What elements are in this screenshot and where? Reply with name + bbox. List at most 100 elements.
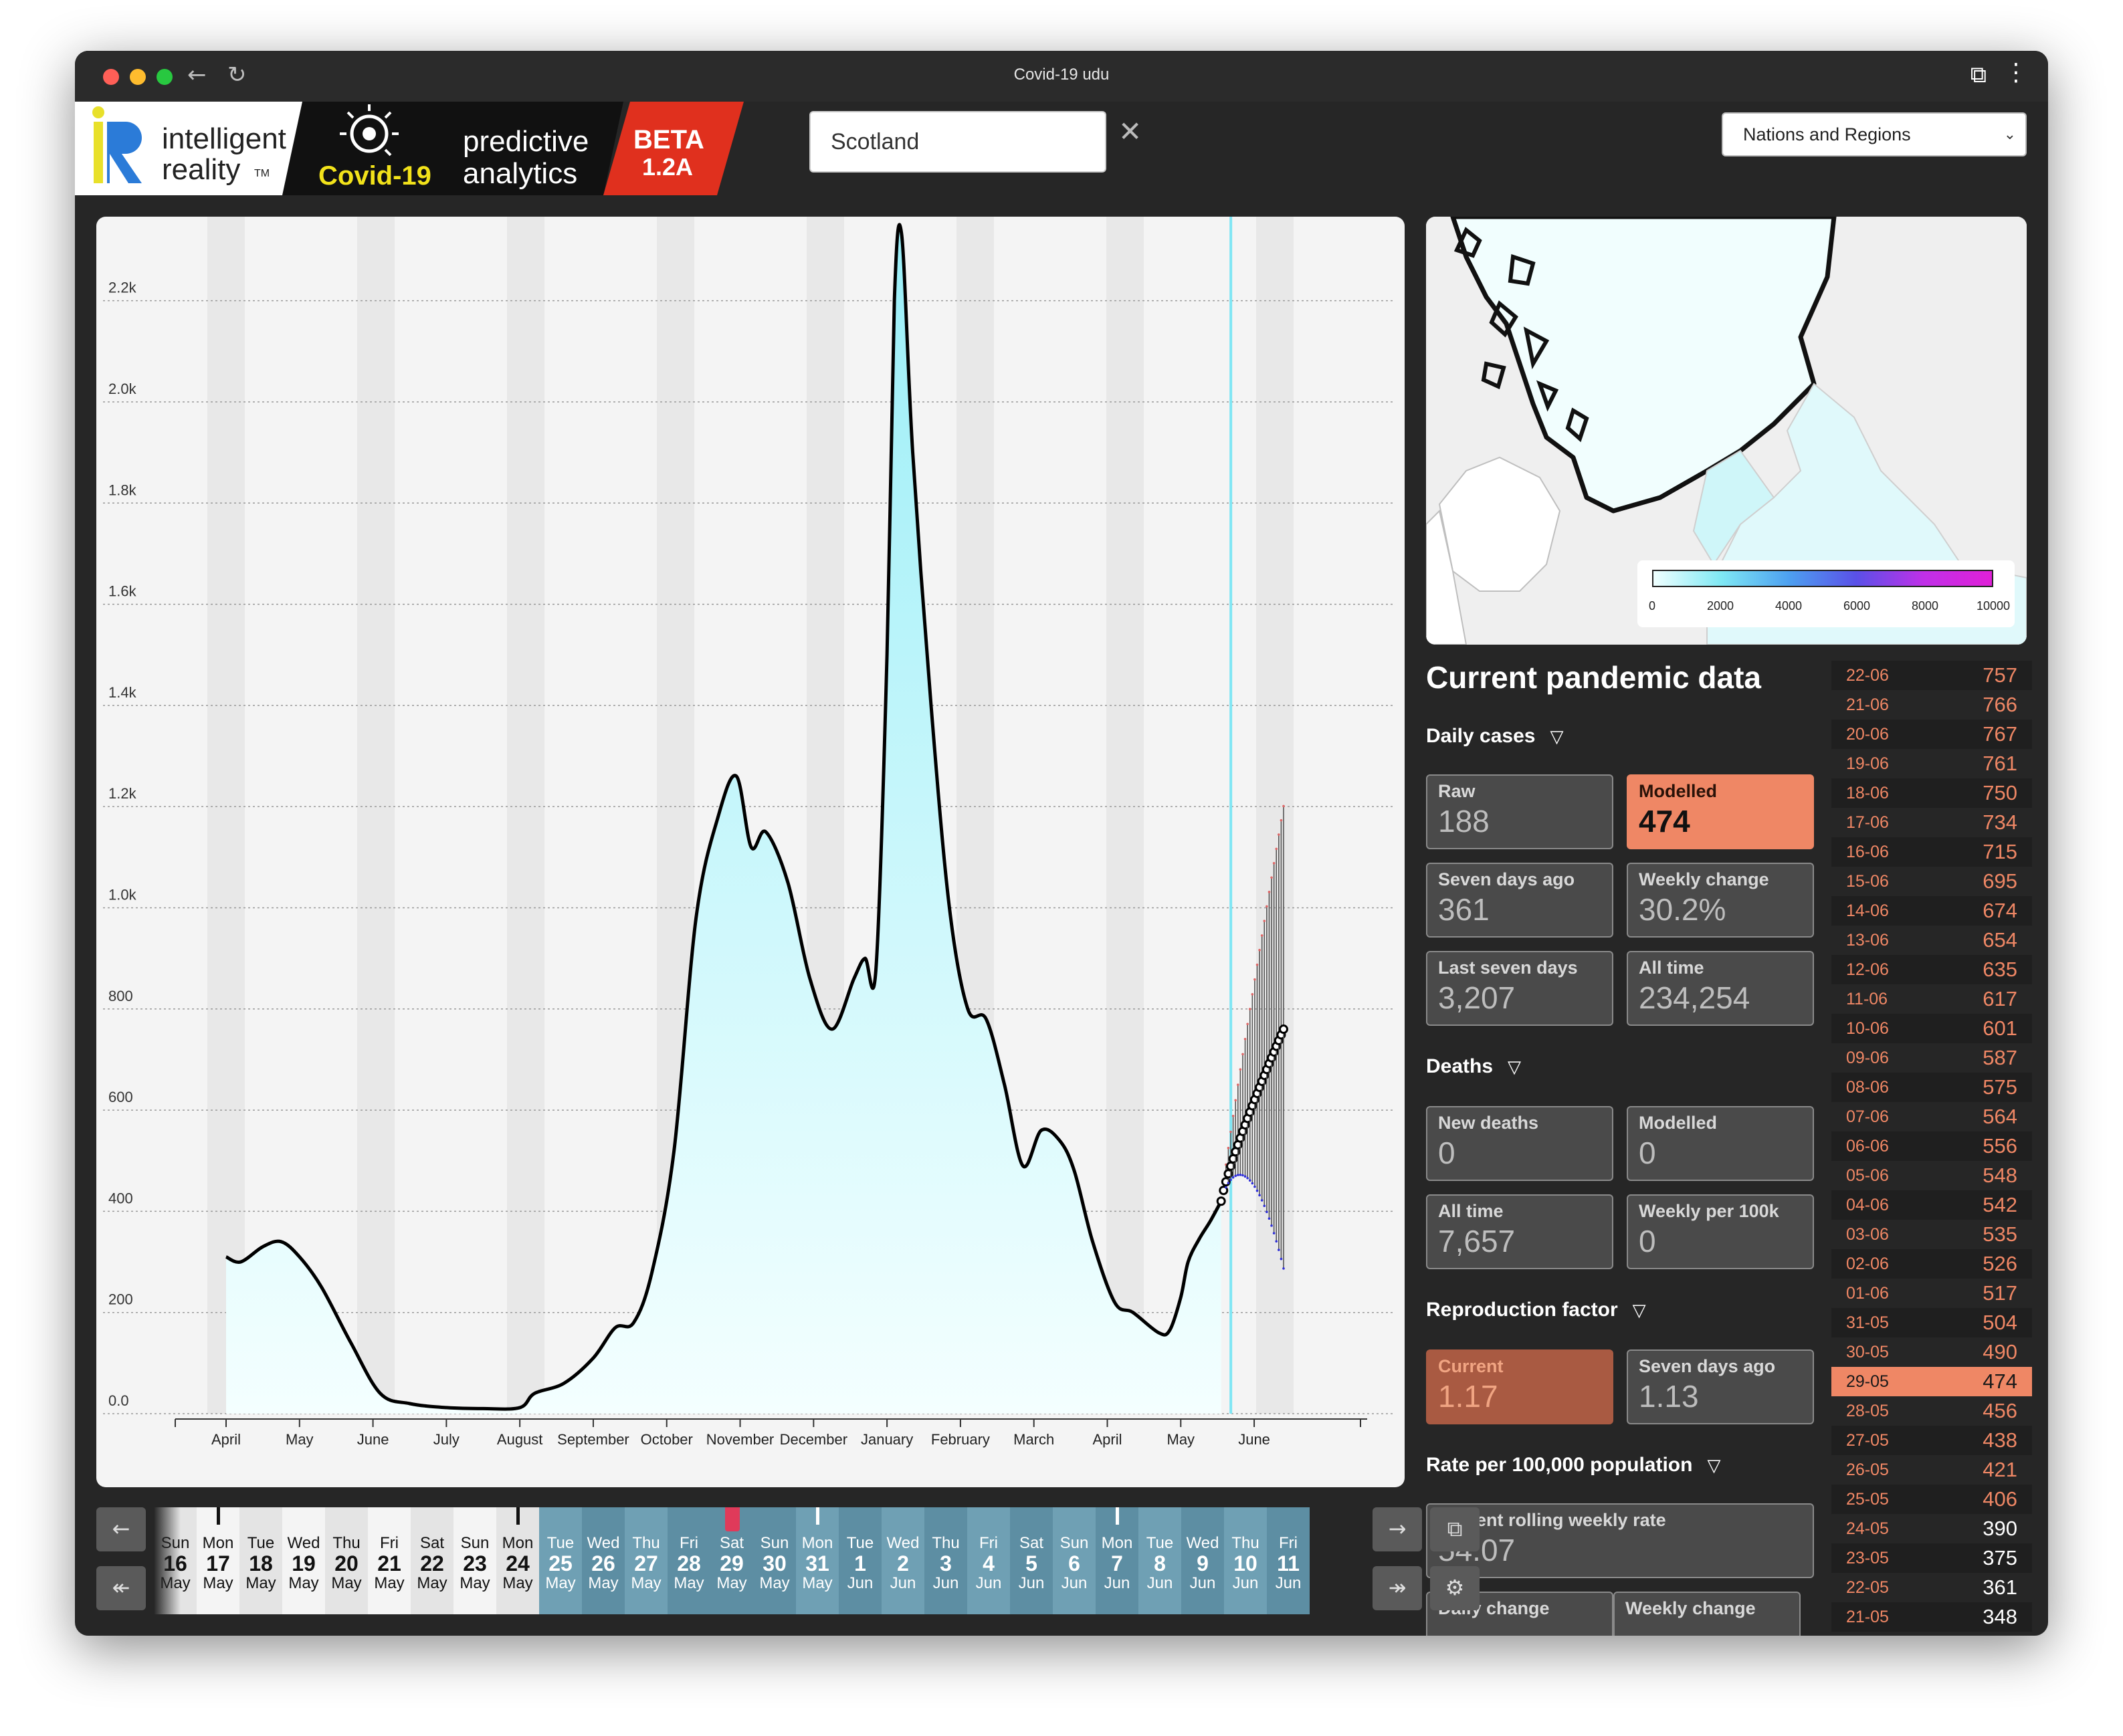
rate-toggle[interactable]: Rate per 100,000 population ▽	[1426, 1454, 1720, 1477]
search-input[interactable]: Scotland	[809, 111, 1106, 173]
seven-days-ago-r-card[interactable]: Seven days ago 1.13	[1627, 1349, 1814, 1424]
timeline-day[interactable]: Fri 4 Jun	[967, 1507, 1010, 1614]
timeline-day[interactable]: Tue 25 May	[539, 1507, 582, 1614]
daily-values-list[interactable]: 22-06 757 21-06 766 20-06 767 19-06 761 18-06 750…	[1831, 661, 2032, 1636]
timeline-day[interactable]: Sun 6 Jun	[1053, 1507, 1096, 1614]
cases-chart[interactable]: 0.0 200 400 600 800 1.0k 1.2k 1.4k 1.6k 1.8k 2.0k 2…	[96, 217, 1405, 1487]
x-tick-label: April	[1092, 1431, 1122, 1448]
list-item[interactable]: 20-06 767	[1831, 720, 2032, 749]
date-timeline[interactable]: Sun16MayMon17MayTue18MayWed19MayThu20May…	[154, 1507, 1362, 1614]
list-item[interactable]: 21-06 766	[1831, 690, 2032, 720]
timeline-day[interactable]: Thu 3 Jun	[924, 1507, 967, 1614]
rolling-weekly-rate-card[interactable]: Current rolling weekly rate 54.07	[1426, 1503, 1814, 1578]
list-item[interactable]: 09-06 587	[1831, 1043, 2032, 1073]
gear-icon[interactable]: ⚙	[1430, 1566, 1480, 1610]
list-item[interactable]: 03-06 535	[1831, 1220, 2032, 1249]
list-item[interactable]: 10-06 601	[1831, 1014, 2032, 1043]
list-item[interactable]: 25-05 406	[1831, 1485, 2032, 1514]
list-item[interactable]: 31-05 504	[1831, 1308, 2032, 1337]
timeline-day[interactable]: Fri 28 May	[668, 1507, 710, 1614]
list-item[interactable]: 02-06 526	[1831, 1249, 2032, 1279]
timeline-day[interactable]: Tue 18 May	[239, 1507, 282, 1614]
list-item[interactable]: 14-06 674	[1831, 896, 2032, 926]
list-item[interactable]: 06-06 556	[1831, 1131, 2032, 1161]
list-item[interactable]: 15-06 695	[1831, 867, 2032, 896]
list-item-value: 761	[1983, 752, 2017, 775]
list-item[interactable]: 08-06 575	[1831, 1073, 2032, 1102]
new-deaths-card[interactable]: New deaths 0	[1426, 1106, 1613, 1181]
list-item-value: 757	[1983, 663, 2017, 687]
list-item[interactable]: 13-06 654	[1831, 926, 2032, 955]
modelled-cases-card[interactable]: Modelled 474	[1627, 774, 1814, 849]
list-item[interactable]: 11-06 617	[1831, 984, 2032, 1014]
timeline-day[interactable]: Thu 20 May	[325, 1507, 368, 1614]
timeline-day[interactable]: Fri 11 Jun	[1267, 1507, 1310, 1614]
timeline-day[interactable]: Sat 22 May	[411, 1507, 453, 1614]
timeline-month: May	[502, 1574, 533, 1592]
timeline-day[interactable]: Sun 23 May	[453, 1507, 496, 1614]
weekly-change-rate-card[interactable]: Weekly change	[1613, 1592, 1801, 1636]
puzzle-icon[interactable]: ⧉	[1970, 62, 1987, 88]
last-seven-days-card[interactable]: Last seven days 3,207	[1426, 951, 1613, 1026]
double-arrow-left-icon[interactable]: ↞	[96, 1566, 146, 1610]
list-item[interactable]: 27-05 438	[1831, 1426, 2032, 1455]
region-select[interactable]: Nations and Regions ⌄	[1722, 112, 2027, 156]
list-item[interactable]: 01-06 517	[1831, 1279, 2032, 1308]
seven-days-ago-card[interactable]: Seven days ago 361	[1426, 863, 1613, 938]
double-arrow-right-icon[interactable]: ↠	[1373, 1566, 1422, 1610]
list-item[interactable]: 12-06 635	[1831, 955, 2032, 984]
deaths-toggle[interactable]: Deaths ▽	[1426, 1055, 1521, 1078]
list-item-date: 28-05	[1846, 1401, 1889, 1420]
timeline-day[interactable]: Wed 2 Jun	[882, 1507, 924, 1614]
timeline-day[interactable]: Wed 19 May	[282, 1507, 325, 1614]
list-item[interactable]: 28-05 456	[1831, 1396, 2032, 1426]
timeline-day[interactable]: Thu 10 Jun	[1224, 1507, 1267, 1614]
close-icon[interactable]: ✕	[1118, 115, 1142, 148]
timeline-day[interactable]: Sun 30 May	[753, 1507, 796, 1614]
all-time-deaths-card[interactable]: All time 7,657	[1426, 1194, 1613, 1269]
modelled-deaths-card[interactable]: Modelled 0	[1627, 1106, 1814, 1181]
arrow-right-icon[interactable]: →	[1373, 1507, 1422, 1551]
list-item[interactable]: 17-06 734	[1831, 808, 2032, 837]
list-item[interactable]: 21-05 348	[1831, 1602, 2032, 1632]
more-vertical-icon[interactable]: ⋮	[2004, 59, 2028, 86]
arrow-left-icon[interactable]: ←	[96, 1507, 146, 1551]
timeline-day[interactable]: Sat 5 Jun	[1010, 1507, 1053, 1614]
timeline-day[interactable]: Wed 9 Jun	[1181, 1507, 1224, 1614]
reproduction-toggle[interactable]: Reproduction factor ▽	[1426, 1299, 1646, 1321]
weekly-per-100k-card[interactable]: Weekly per 100k 0	[1627, 1194, 1814, 1269]
list-item[interactable]: 04-06 542	[1831, 1190, 2032, 1220]
timeline-day[interactable]: Tue 8 Jun	[1138, 1507, 1181, 1614]
timeline-day[interactable]: Mon 24 May	[496, 1507, 539, 1614]
popout-icon[interactable]: ⧉	[1430, 1507, 1480, 1551]
raw-cases-card[interactable]: Raw 188	[1426, 774, 1613, 849]
timeline-month: May	[374, 1574, 405, 1592]
current-r-card[interactable]: Current 1.17	[1426, 1349, 1613, 1424]
timeline-day[interactable]: Fri 21 May	[368, 1507, 411, 1614]
forecast-upper-point	[1239, 1068, 1242, 1071]
list-item[interactable]: 29-05 474	[1831, 1367, 2032, 1396]
list-item[interactable]: 22-05 361	[1831, 1573, 2032, 1602]
weekly-change-card[interactable]: Weekly change 30.2%	[1627, 863, 1814, 938]
list-item[interactable]: 07-06 564	[1831, 1102, 2032, 1131]
daily-cases-toggle[interactable]: Daily cases ▽	[1426, 725, 1563, 748]
list-item[interactable]: 26-05 421	[1831, 1455, 2032, 1485]
timeline-day[interactable]: Mon 31 May	[796, 1507, 839, 1614]
list-item[interactable]: 23-05 375	[1831, 1543, 2032, 1573]
region-map[interactable]: 0 2000 4000 6000 8000 10000	[1426, 217, 2027, 645]
timeline-day[interactable]: Tue 1 Jun	[839, 1507, 882, 1614]
timeline-day[interactable]: Wed 26 May	[582, 1507, 625, 1614]
list-item[interactable]: 18-06 750	[1831, 778, 2032, 808]
timeline-day[interactable]: Mon 7 Jun	[1096, 1507, 1138, 1614]
list-item[interactable]: 22-06 757	[1831, 661, 2032, 690]
timeline-day[interactable]: Sat 29 May	[710, 1507, 753, 1614]
all-time-cases-card[interactable]: All time 234,254	[1627, 951, 1814, 1026]
list-item[interactable]: 05-06 548	[1831, 1161, 2032, 1190]
list-item[interactable]: 24-05 390	[1831, 1514, 2032, 1543]
timeline-day[interactable]: Thu 27 May	[625, 1507, 668, 1614]
list-item[interactable]: 30-05 490	[1831, 1337, 2032, 1367]
timeline-day[interactable]: Mon 17 May	[197, 1507, 239, 1614]
list-item[interactable]: 19-06 761	[1831, 749, 2032, 778]
list-item-date: 04-06	[1846, 1195, 1889, 1214]
list-item[interactable]: 16-06 715	[1831, 837, 2032, 867]
